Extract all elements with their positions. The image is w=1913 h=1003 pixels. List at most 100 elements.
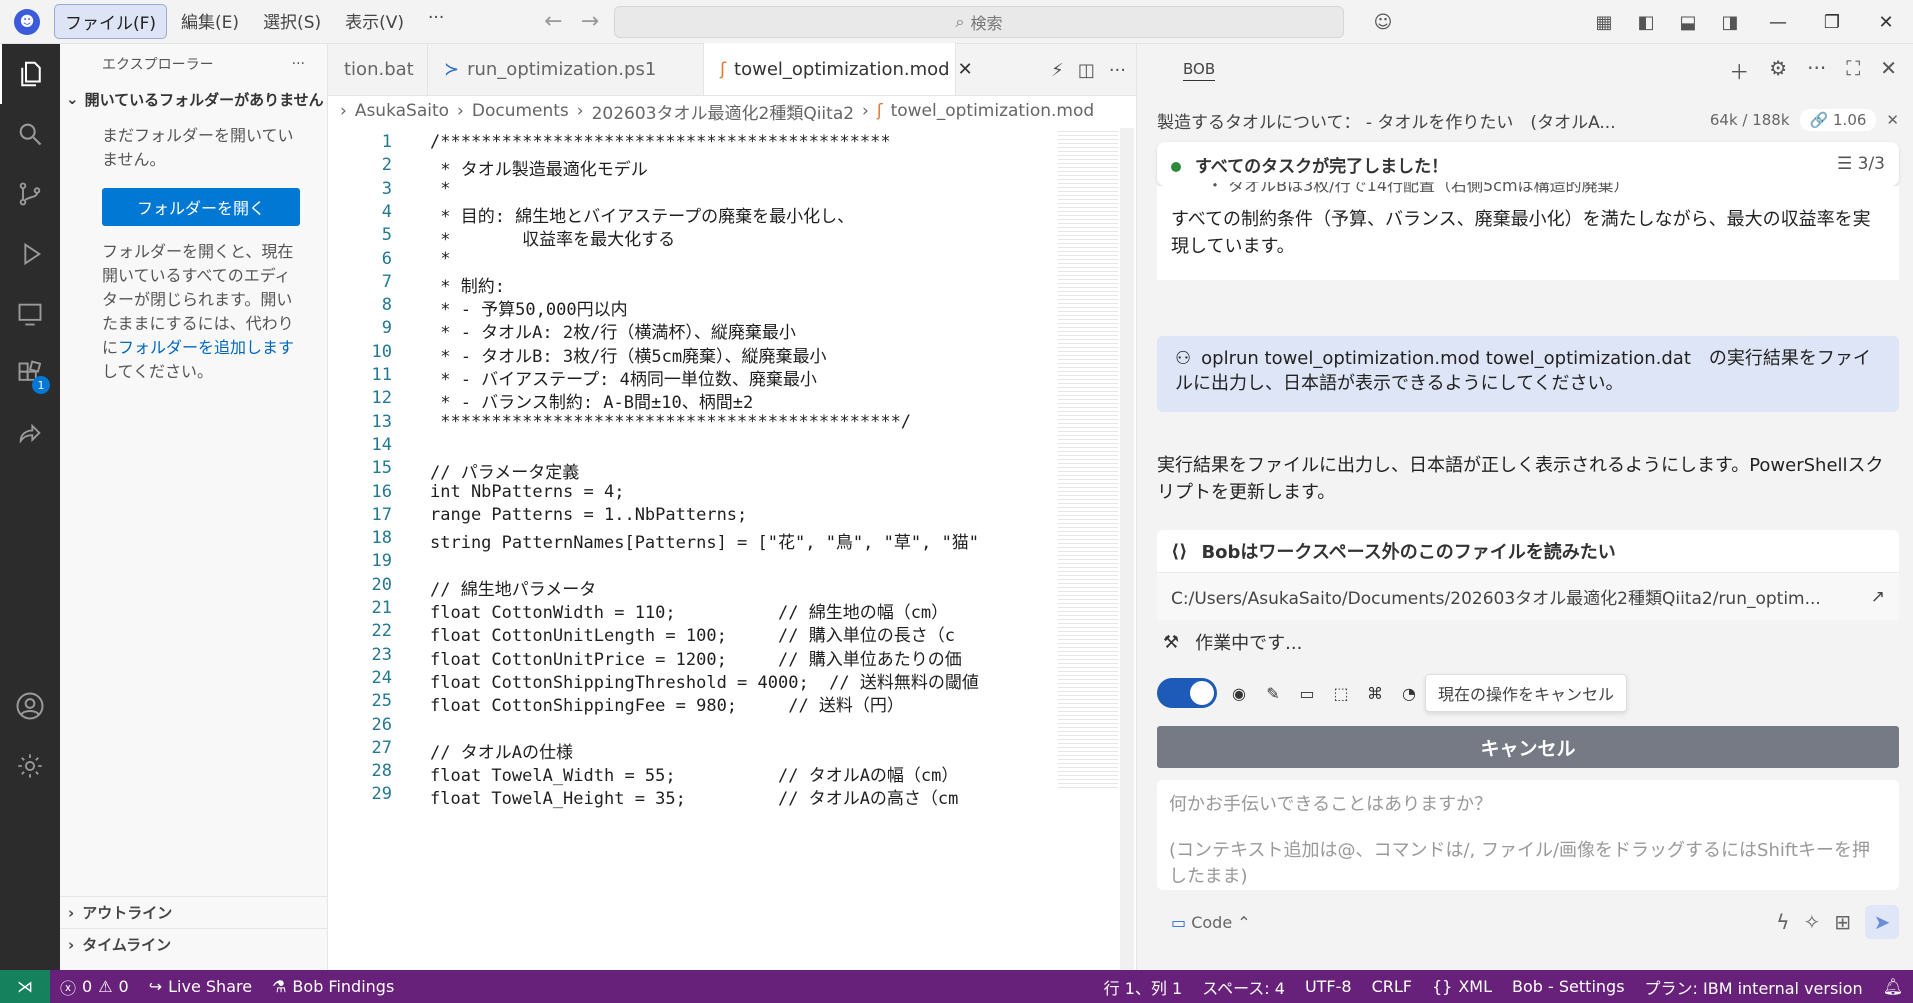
back-arrow-icon[interactable]: ←: [544, 9, 562, 34]
search-icon: ⌕: [955, 12, 965, 31]
mcp-icon[interactable]: ⌘: [1363, 681, 1387, 705]
close-window-button[interactable]: ✕: [1859, 0, 1913, 44]
source-control-icon[interactable]: [0, 164, 60, 224]
plan-status[interactable]: プラン: IBM internal version: [1635, 975, 1873, 999]
code-line: float CottonShippingThreshold = 4000; //…: [430, 672, 979, 693]
open-folder-button[interactable]: フォルダーを開く: [102, 188, 300, 226]
command-search[interactable]: ⌕ 検索: [614, 6, 1344, 38]
outline-section[interactable]: › アウトライン: [60, 896, 328, 928]
pencil-icon[interactable]: ✎: [1261, 681, 1285, 705]
minimap[interactable]: [1058, 128, 1118, 788]
chat-header[interactable]: 製造するタオルについて： - タオルを作りたい (タオルA... 64k / 1…: [1157, 100, 1899, 140]
code-line: ****************************************…: [430, 411, 912, 432]
maximize-icon[interactable]: ⛶: [1846, 56, 1860, 85]
chat-title: 製造するタオルについて： - タオルを作りたい (タオルA...: [1157, 112, 1616, 133]
sparkle-icon[interactable]: ✧: [1803, 910, 1820, 934]
account-icon[interactable]: [0, 676, 60, 736]
more-actions-icon[interactable]: ···: [292, 56, 305, 72]
problems-indicator[interactable]: ⓧ 0 ⚠ 0: [50, 975, 139, 999]
breadcrumb-item[interactable]: towel_optimization.mod: [891, 101, 1095, 121]
terminal-icon[interactable]: ▭: [1295, 681, 1319, 705]
close-tab-icon[interactable]: ✕: [958, 59, 973, 80]
status-dot-icon: [1171, 161, 1181, 172]
line-number: 20: [371, 574, 392, 595]
message-text: すべての制約条件（予算、バランス、廃棄最小化）を満たしながら、最大の収益率を実現…: [1171, 209, 1871, 257]
tab-ps1[interactable]: ≻ run_optimization.ps1: [428, 43, 704, 95]
explorer-icon[interactable]: [0, 44, 60, 104]
browser-icon[interactable]: ⬚: [1329, 681, 1353, 705]
lightning-icon[interactable]: ϟ: [1776, 910, 1789, 934]
remote-explorer-icon[interactable]: [0, 284, 60, 344]
toggle-secondary-sidebar-icon[interactable]: ◨: [1715, 7, 1745, 37]
add-folder-link[interactable]: フォルダーを追加します: [118, 338, 294, 357]
more-icon[interactable]: ···: [1807, 56, 1826, 85]
indentation[interactable]: スペース: 4: [1192, 975, 1295, 999]
copilot-icon[interactable]: ☺: [1368, 7, 1398, 37]
run-debug-icon[interactable]: [0, 224, 60, 284]
more-actions-icon[interactable]: ···: [1109, 60, 1126, 81]
cancel-button[interactable]: キャンセル: [1157, 726, 1899, 768]
timeline-section[interactable]: › タイムライン: [60, 928, 328, 960]
live-share-icon[interactable]: [0, 404, 60, 464]
image-add-icon[interactable]: ⊞: [1834, 910, 1851, 934]
gear-icon[interactable]: ⚙: [1769, 56, 1787, 85]
line-number: 10: [371, 341, 392, 362]
chat-input[interactable]: 何かお手伝いできることはありますか？ (コンテキスト追加は@、コマンドは/, フ…: [1157, 780, 1899, 890]
magic-wand-icon[interactable]: ⚡: [1051, 60, 1064, 81]
line-number: 13: [371, 411, 392, 432]
explorer-sidebar: エクスプローラー ··· ⌄ 開いているフォルダーがありません まだフォルダーを…: [60, 44, 328, 970]
assistant-reply: 実行結果をファイルに出力し、日本語が正しく表示されるようにします。PowerSh…: [1157, 455, 1884, 503]
bob-findings-status[interactable]: ⚗ Bob Findings: [262, 977, 404, 996]
breadcrumb-item[interactable]: 202603タオル最適化2種類Qiita2: [592, 99, 854, 124]
minimize-button[interactable]: —: [1751, 0, 1805, 44]
tab-bat[interactable]: tion.bat: [328, 43, 428, 95]
close-icon[interactable]: ✕: [1880, 56, 1897, 85]
remote-indicator-icon[interactable]: ⋊: [0, 970, 50, 1003]
toggle-sidebar-icon[interactable]: ◧: [1631, 7, 1661, 37]
notifications-bell-icon[interactable]: 🔔︎: [1873, 977, 1913, 996]
menu-view[interactable]: 表示(V): [335, 4, 414, 39]
restore-button[interactable]: ❐: [1805, 0, 1859, 44]
title-bar: ☻ ファイル(F) 編集(E) 選択(S) 表示(V) ··· ← → ⌕ 検索…: [0, 0, 1913, 44]
code-editor[interactable]: 1 /**************************************…: [328, 128, 1048, 970]
settings-gear-icon[interactable]: [0, 736, 60, 796]
editor-tabs: tion.bat ≻ run_optimization.ps1 ʃ towel_…: [328, 43, 1136, 96]
line-number: 16: [371, 481, 392, 502]
activity-bar: 1: [0, 44, 60, 970]
send-button[interactable]: ➤: [1865, 905, 1899, 939]
breadcrumb-item[interactable]: Documents: [472, 101, 569, 121]
breadcrumb-item[interactable]: AsukaSaito: [355, 101, 449, 121]
no-folder-section[interactable]: ⌄ 開いているフォルダーがありません: [60, 84, 327, 114]
split-editor-icon[interactable]: ◫: [1078, 60, 1095, 81]
bob-settings-status[interactable]: Bob - Settings: [1502, 977, 1635, 996]
cost-value: 1.06: [1833, 111, 1867, 129]
mode-selector[interactable]: ▭ Code ⌃: [1171, 913, 1251, 932]
menu-selection[interactable]: 選択(S): [253, 4, 331, 39]
line-ending[interactable]: CRLF: [1362, 977, 1422, 996]
line-number: 29: [371, 784, 392, 805]
line-number: 11: [371, 365, 392, 385]
live-share-status[interactable]: ↪ Live Share: [139, 977, 262, 996]
layout-customize-icon[interactable]: ▦: [1589, 7, 1619, 37]
forward-arrow-icon[interactable]: →: [581, 9, 599, 34]
eye-icon[interactable]: ◉: [1227, 681, 1251, 705]
add-icon[interactable]: ＋: [1729, 56, 1749, 85]
cursor-position[interactable]: 行 1、列 1: [1094, 975, 1193, 999]
auto-approve-toggle[interactable]: [1157, 678, 1217, 708]
tab-mod[interactable]: ʃ towel_optimization.mod ✕: [704, 43, 973, 95]
encoding[interactable]: UTF-8: [1295, 977, 1362, 996]
menu-file[interactable]: ファイル(F): [54, 4, 168, 39]
editor-scrollbar[interactable]: [1120, 128, 1134, 970]
toggle-panel-icon[interactable]: ⬓: [1673, 7, 1703, 37]
close-icon[interactable]: ✕: [1886, 111, 1899, 129]
search-placeholder: 検索: [970, 14, 1003, 33]
language-mode[interactable]: {} XML: [1422, 977, 1502, 996]
open-external-icon[interactable]: ↗: [1871, 587, 1885, 607]
menu-more[interactable]: ···: [418, 4, 454, 39]
task-status-card[interactable]: すべてのタスクが完了しました！ ☰ 3/3: [1157, 142, 1899, 186]
panel-title[interactable]: BOB: [1183, 60, 1216, 81]
menu-edit[interactable]: 編集(E): [171, 4, 249, 39]
extensions-icon[interactable]: 1: [0, 344, 60, 404]
history-icon[interactable]: ◔: [1397, 681, 1421, 705]
search-icon[interactable]: [0, 104, 60, 164]
